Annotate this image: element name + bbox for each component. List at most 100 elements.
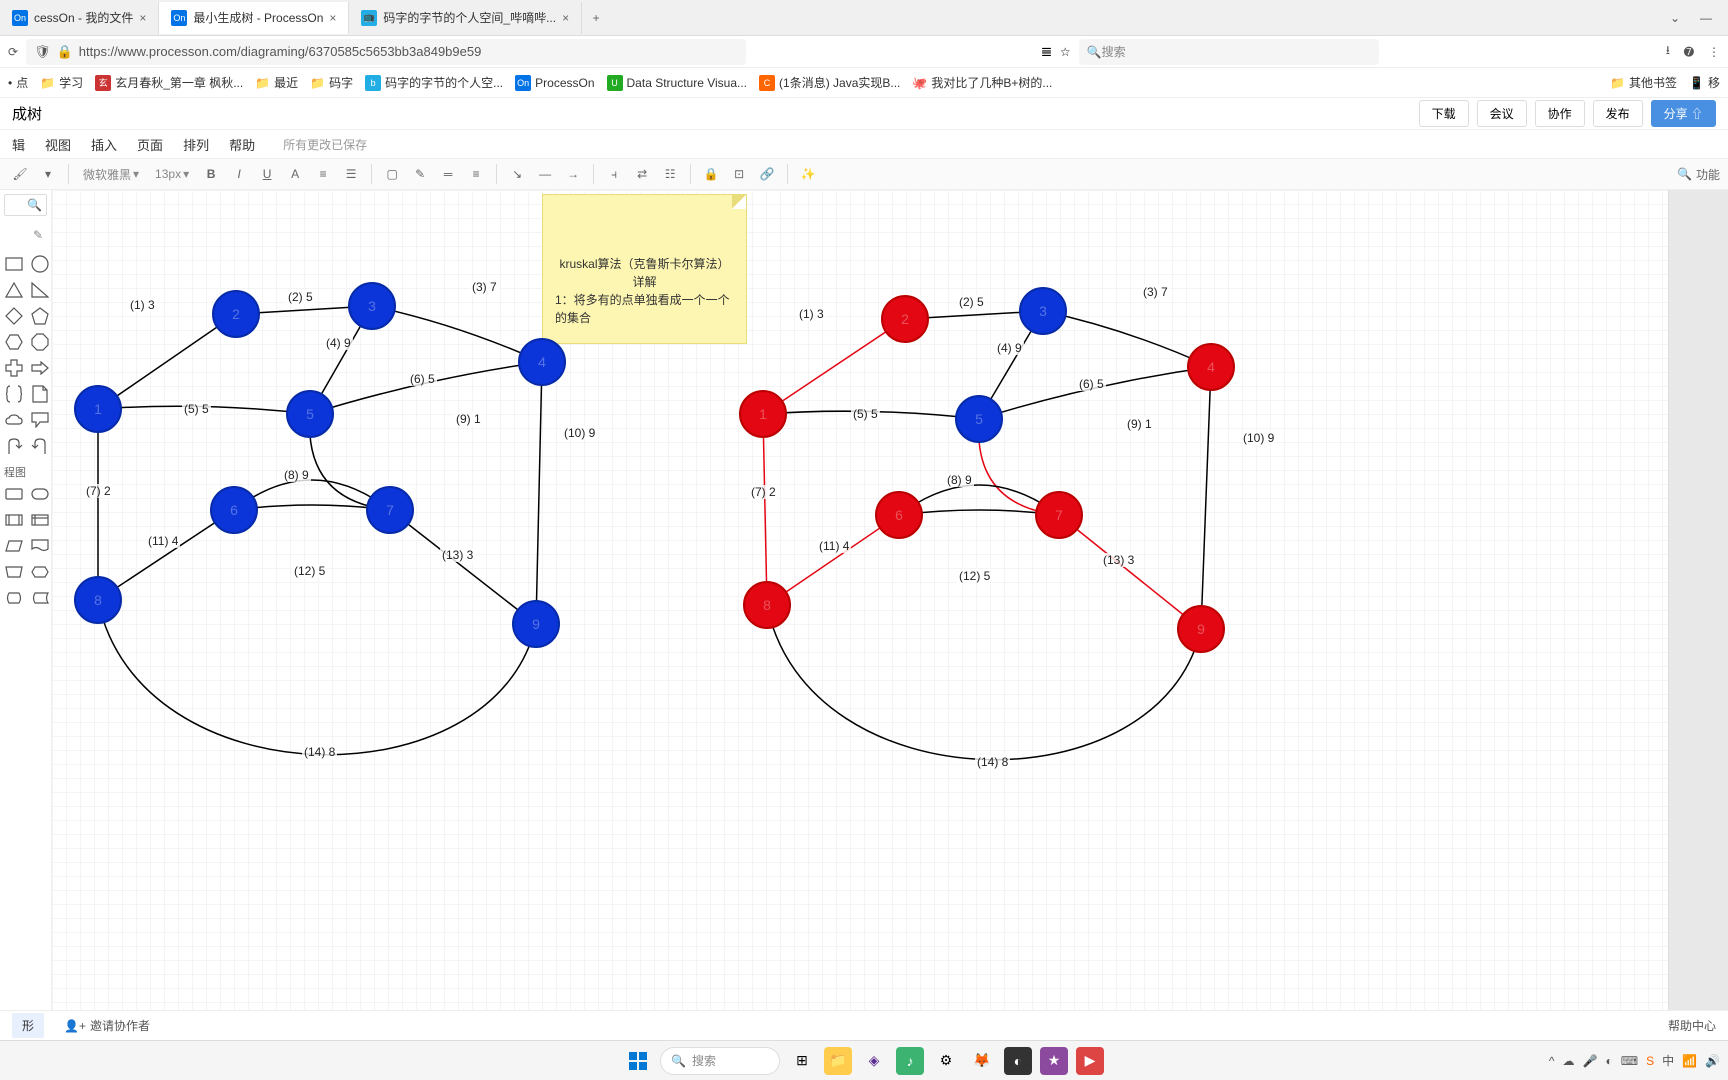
app-icon-2[interactable]: ★ [1040, 1047, 1068, 1075]
app-icon-1[interactable]: ◐ [1004, 1047, 1032, 1075]
onedrive-icon[interactable]: ◐ [1605, 1054, 1612, 1068]
font-size-select[interactable]: 13px ▾ [149, 167, 195, 181]
graph-node-7[interactable]: 7 [1035, 491, 1083, 539]
bookmark-7[interactable]: UData Structure Visua... [607, 75, 748, 91]
stroke-color-icon[interactable]: ✎ [408, 162, 432, 186]
publish-button[interactable]: 发布 [1593, 100, 1643, 127]
shape-predef[interactable] [4, 510, 24, 530]
graph-node-8[interactable]: 8 [743, 581, 791, 629]
group-icon[interactable]: ⊡ [727, 162, 751, 186]
graph-node-6[interactable]: 6 [875, 491, 923, 539]
shape-prep[interactable] [30, 562, 50, 582]
shape-triangle[interactable] [4, 280, 24, 300]
italic-icon[interactable]: I [227, 162, 251, 186]
star-icon[interactable]: ☆ [1060, 45, 1071, 59]
graph-node-2[interactable]: 2 [212, 290, 260, 338]
download-button[interactable]: 下载 [1419, 100, 1469, 127]
browser-tab-0[interactable]: On cessOn - 我的文件 × [0, 2, 159, 34]
shape-tab[interactable]: 形 [12, 1013, 44, 1038]
graph-node-9[interactable]: 9 [1177, 605, 1225, 653]
chevron-up-icon[interactable]: ^ [1549, 1054, 1555, 1068]
graph-node-4[interactable]: 4 [1187, 343, 1235, 391]
menu-edit[interactable]: 辑 [12, 135, 25, 154]
arrow-start-icon[interactable]: — [533, 162, 557, 186]
cloud-icon[interactable]: ☁ [1563, 1054, 1575, 1068]
shape-process[interactable] [4, 484, 24, 504]
magic-icon[interactable]: ✨ [796, 162, 820, 186]
align-icon[interactable]: ≡ [311, 162, 335, 186]
sticky-note[interactable]: kruskal算法（克鲁斯卡尔算法）详解 1：将多有的点单独看成一个一个的集合 [542, 194, 747, 344]
shape-uturn[interactable] [4, 436, 24, 456]
graph-node-8[interactable]: 8 [74, 576, 122, 624]
shape-cross[interactable] [4, 358, 24, 378]
help-badge-icon[interactable]: ➐ [1684, 45, 1694, 59]
graph-node-1[interactable]: 1 [74, 385, 122, 433]
bookmark-5[interactable]: b码字的字节的个人空... [365, 74, 503, 91]
start-icon[interactable] [624, 1047, 652, 1075]
shape-right-triangle[interactable] [30, 280, 50, 300]
close-icon[interactable]: × [139, 11, 146, 25]
graph-node-3[interactable]: 3 [348, 282, 396, 330]
meeting-button[interactable]: 会议 [1477, 100, 1527, 127]
browser-tab-2[interactable]: 📺 码字的字节的个人空间_哔嘀哔... × [349, 2, 582, 34]
shape-display[interactable] [4, 588, 24, 608]
bold-icon[interactable]: B [199, 162, 223, 186]
app-icon-3[interactable]: ▶ [1076, 1047, 1104, 1075]
bookmark-0[interactable]: •点 [8, 74, 28, 91]
graph-node-4[interactable]: 4 [518, 338, 566, 386]
collab-button[interactable]: 协作 [1535, 100, 1585, 127]
canvas[interactable]: kruskal算法（克鲁斯卡尔算法）详解 1：将多有的点单独看成一个一个的集合 … [52, 190, 1668, 1010]
menu-arrange[interactable]: 排列 [183, 135, 209, 154]
graph-node-9[interactable]: 9 [512, 600, 560, 648]
shape-internal[interactable] [30, 510, 50, 530]
minimize-icon[interactable]: — [1700, 11, 1712, 25]
shape-arrow[interactable] [30, 358, 50, 378]
underline-icon[interactable]: U [255, 162, 279, 186]
connector-icon[interactable]: ↘ [505, 162, 529, 186]
menu-view[interactable]: 视图 [45, 135, 71, 154]
search-icon[interactable]: 🔍 [1677, 167, 1692, 181]
shape-hexagon[interactable] [4, 332, 24, 352]
graph-node-6[interactable]: 6 [210, 486, 258, 534]
lock-icon[interactable]: 🔒 [699, 162, 723, 186]
music-icon[interactable]: ♪ [896, 1047, 924, 1075]
shape-octagon[interactable] [30, 332, 50, 352]
shape-diamond[interactable] [4, 306, 24, 326]
menu-insert[interactable]: 插入 [91, 135, 117, 154]
close-icon[interactable]: × [562, 11, 569, 25]
shape-pentagon[interactable] [30, 306, 50, 326]
bookmark-9[interactable]: 🐙我对比了几种B+树的... [912, 74, 1052, 91]
shape-circle[interactable] [30, 254, 50, 274]
shape-document[interactable] [30, 536, 50, 556]
browser-tab-1[interactable]: On 最小生成树 - ProcessOn × [159, 2, 349, 34]
shape-stored[interactable] [30, 588, 50, 608]
bookmark-1[interactable]: 📁学习 [40, 74, 83, 91]
shape-rect[interactable] [4, 254, 24, 274]
chevron-down-icon[interactable]: ▾ [36, 162, 60, 186]
close-icon[interactable]: × [329, 11, 336, 25]
mobile-bookmarks[interactable]: 📱移 [1689, 74, 1720, 91]
graph-node-7[interactable]: 7 [366, 486, 414, 534]
graph-node-5[interactable]: 5 [955, 395, 1003, 443]
graph-node-3[interactable]: 3 [1019, 287, 1067, 335]
bookmark-4[interactable]: 📁码字 [310, 74, 353, 91]
qr-icon[interactable]: 𝌆 [1041, 45, 1052, 59]
invite-collaborators[interactable]: 👤+邀请协作者 [64, 1017, 150, 1034]
bookmark-8[interactable]: C(1条消息) Java实现B... [759, 74, 900, 91]
link-icon[interactable]: 🔗 [755, 162, 779, 186]
sidebar-edit-icon[interactable]: ✎ [4, 224, 47, 246]
url-input[interactable]: 🛡 🔒 https://www.processon.com/diagraming… [26, 39, 746, 65]
layers-icon[interactable]: ☷ [658, 162, 682, 186]
bookmark-2[interactable]: 玄玄月春秋_第一章 枫秋... [95, 74, 243, 91]
shape-lturn[interactable] [30, 436, 50, 456]
menu-page[interactable]: 页面 [137, 135, 163, 154]
shape-data[interactable] [4, 536, 24, 556]
shape-note[interactable] [30, 384, 50, 404]
fill-icon[interactable]: ▢ [380, 162, 404, 186]
bookmark-3[interactable]: 📁最近 [255, 74, 298, 91]
line-width-icon[interactable]: ≡ [464, 162, 488, 186]
tab-add-button[interactable]: + [582, 4, 610, 32]
browser-search[interactable]: 🔍 搜索 [1079, 39, 1379, 65]
brush-icon[interactable]: 🖌 [8, 162, 32, 186]
graph-node-2[interactable]: 2 [881, 295, 929, 343]
